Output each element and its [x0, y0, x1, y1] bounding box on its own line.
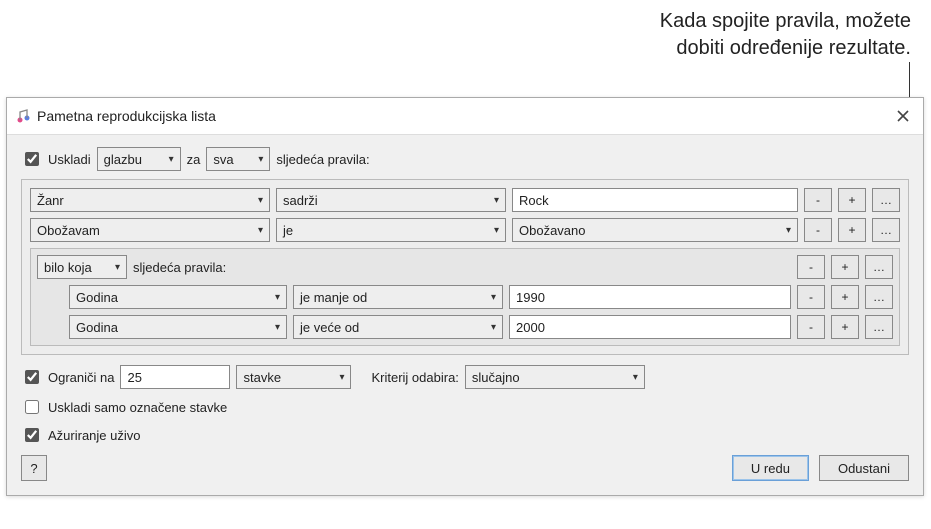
criteria-select[interactable]: slučajno▾	[465, 365, 645, 389]
chevron-down-icon: ▾	[633, 372, 638, 383]
rule-op-select[interactable]: je▾	[276, 218, 506, 242]
criteria-label: Kriterij odabira:	[371, 370, 458, 385]
add-rule-button[interactable]: +	[838, 218, 866, 242]
nest-rule-button[interactable]: …	[872, 188, 900, 212]
chevron-down-icon: ▾	[258, 154, 263, 165]
nested-header-row: bilo koja▾ sljedeća pravila: - + …	[37, 255, 893, 279]
nested-rules-group: bilo koja▾ sljedeća pravila: - + … Godin…	[30, 248, 900, 346]
ok-button[interactable]: U redu	[732, 455, 809, 481]
rule-row: Žanr▾ sadrži▾ Rock - + …	[30, 188, 900, 212]
chevron-down-icon: ▾	[494, 195, 499, 206]
chevron-down-icon: ▾	[786, 225, 791, 236]
dialog-footer: ? U redu Odustani	[21, 455, 909, 481]
help-button[interactable]: ?	[21, 455, 47, 481]
annotation-text: Kada spojite pravila, možete dobiti odre…	[660, 8, 911, 62]
annotation-line1: Kada spojite pravila, možete	[660, 8, 911, 35]
nested-scope-select[interactable]: bilo koja▾	[37, 255, 127, 279]
nest-rule-button[interactable]: …	[865, 315, 893, 339]
titlebar: Pametna reprodukcijska lista	[7, 98, 923, 135]
match-suffix-label: sljedeća pravila:	[276, 152, 369, 167]
remove-rule-button[interactable]: -	[804, 188, 832, 212]
rule-field-select[interactable]: Obožavam▾	[30, 218, 270, 242]
chevron-down-icon: ▾	[494, 225, 499, 236]
rules-panel: Žanr▾ sadrži▾ Rock - + … Obožavam▾	[21, 179, 909, 355]
live-update-label: Ažuriranje uživo	[48, 428, 141, 443]
limit-unit-select[interactable]: stavke▾	[236, 365, 351, 389]
rule-value-input[interactable]: Rock	[512, 188, 798, 212]
chevron-down-icon: ▾	[491, 292, 496, 303]
remove-rule-button[interactable]: -	[797, 285, 825, 309]
match-za-label: za	[187, 152, 201, 167]
rule-value-input[interactable]: 2000	[509, 315, 791, 339]
chevron-down-icon: ▾	[339, 372, 344, 383]
chevron-down-icon: ▾	[275, 322, 280, 333]
rule-op-select[interactable]: je manje od▾	[293, 285, 503, 309]
match-row: Uskladi glazbu▾ za sva▾ sljedeća pravila…	[21, 147, 909, 171]
close-icon	[897, 110, 909, 122]
nest-rule-button[interactable]: …	[872, 218, 900, 242]
match-label: Uskladi	[48, 152, 91, 167]
rule-row: Godina▾ je manje od▾ 1990 - + …	[37, 285, 893, 309]
match-scope-select[interactable]: sva▾	[206, 147, 270, 171]
close-button[interactable]	[891, 104, 915, 128]
rule-row: Obožavam▾ je▾ Obožavano▾ - + …	[30, 218, 900, 242]
rule-value-input[interactable]: 1990	[509, 285, 791, 309]
live-update-row: Ažuriranje uživo	[21, 425, 909, 445]
dialog-title: Pametna reprodukcijska lista	[37, 108, 891, 124]
chevron-down-icon: ▾	[275, 292, 280, 303]
add-rule-button[interactable]: +	[831, 315, 859, 339]
rule-op-select[interactable]: sadrži▾	[276, 188, 506, 212]
remove-rule-button[interactable]: -	[797, 315, 825, 339]
rule-field-select[interactable]: Žanr▾	[30, 188, 270, 212]
add-rule-button[interactable]: +	[831, 255, 859, 279]
nest-rule-button[interactable]: …	[865, 255, 893, 279]
only-checked-row: Uskladi samo označene stavke	[21, 397, 909, 417]
chevron-down-icon: ▾	[258, 195, 263, 206]
limit-value-input[interactable]: 25	[120, 365, 230, 389]
rule-field-select[interactable]: Godina▾	[69, 285, 287, 309]
dialog-window: Pametna reprodukcijska lista Uskladi gla…	[6, 97, 924, 496]
rule-op-select[interactable]: je veće od▾	[293, 315, 503, 339]
add-rule-button[interactable]: +	[838, 188, 866, 212]
limit-row: Ograniči na 25 stavke▾ Kriterij odabira:…	[21, 365, 909, 389]
cancel-button[interactable]: Odustani	[819, 455, 909, 481]
add-rule-button[interactable]: +	[831, 285, 859, 309]
nested-suffix-label: sljedeća pravila:	[133, 260, 226, 275]
nest-rule-button[interactable]: …	[865, 285, 893, 309]
rule-value-select[interactable]: Obožavano▾	[512, 218, 798, 242]
match-checkbox[interactable]	[25, 152, 39, 166]
chevron-down-icon: ▾	[115, 262, 120, 273]
limit-label: Ograniči na	[48, 370, 114, 385]
rule-row: Godina▾ je veće od▾ 2000 - + …	[37, 315, 893, 339]
only-checked-checkbox[interactable]	[25, 400, 39, 414]
chevron-down-icon: ▾	[491, 322, 496, 333]
chevron-down-icon: ▾	[169, 154, 174, 165]
only-checked-label: Uskladi samo označene stavke	[48, 400, 227, 415]
live-update-checkbox[interactable]	[25, 428, 39, 442]
chevron-down-icon: ▾	[258, 225, 263, 236]
match-source-select[interactable]: glazbu▾	[97, 147, 181, 171]
remove-rule-button[interactable]: -	[804, 218, 832, 242]
app-icon	[15, 108, 31, 124]
annotation-line2: dobiti određenije rezultate.	[660, 35, 911, 62]
rule-field-select[interactable]: Godina▾	[69, 315, 287, 339]
limit-checkbox[interactable]	[25, 370, 39, 384]
remove-rule-button[interactable]: -	[797, 255, 825, 279]
